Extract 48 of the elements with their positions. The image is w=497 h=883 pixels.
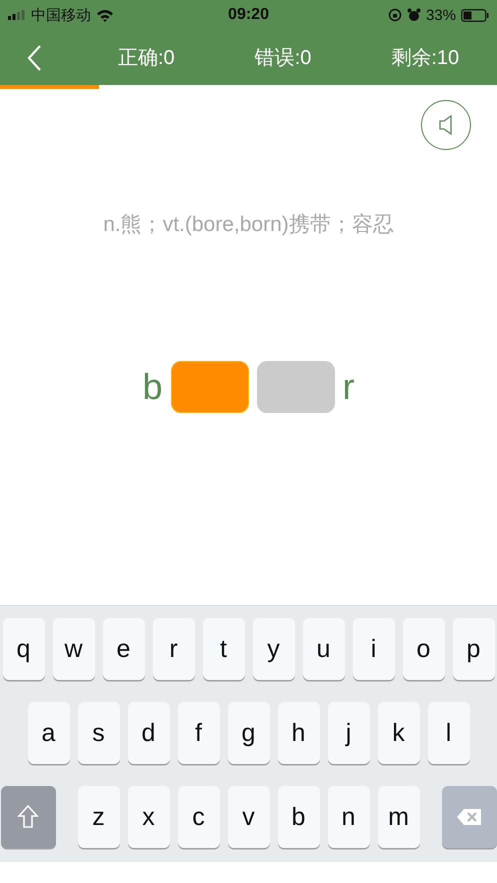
letter-blank[interactable] [256,361,335,413]
keyboard-key[interactable]: z [78,786,120,848]
keyboard-key[interactable]: w [52,618,94,680]
battery-percent: 33% [426,6,456,24]
keyboard-key[interactable]: x [128,786,170,848]
keyboard-key[interactable]: k [378,702,420,764]
word-letter: r [342,365,355,409]
keyboard-key[interactable]: f [178,702,220,764]
keyboard-key[interactable]: y [252,618,294,680]
word-definition: n.熊；vt.(bore,born)携带；容忍 [102,212,395,238]
keyboard-key[interactable]: h [278,702,320,764]
keyboard-key[interactable]: v [228,786,270,848]
back-icon[interactable] [26,44,42,72]
battery-icon [461,8,489,22]
keyboard-key[interactable]: r [152,618,194,680]
keyboard-key[interactable]: p [452,618,494,680]
keyboard-key[interactable]: g [228,702,270,764]
stat-label: 剩余:10 [391,46,460,71]
shift-icon [17,804,39,830]
keyboard-key[interactable]: j [328,702,370,764]
shift-key[interactable] [0,786,56,848]
keyboard-key[interactable]: d [128,702,170,764]
keyboard-key[interactable]: n [328,786,370,848]
keyboard-key[interactable]: b [278,786,320,848]
carrier-name: 中国移动 [31,6,91,24]
keyboard-key[interactable]: s [78,702,120,764]
speaker-icon [438,114,454,136]
keyboard-key[interactable]: t [202,618,244,680]
status-time: 09:20 [228,6,269,24]
wifi-icon [96,8,114,22]
keyboard-key[interactable]: o [402,618,444,680]
keyboard-key[interactable]: a [28,702,70,764]
letter-blank[interactable] [170,361,249,413]
stat-label: 错误:0 [254,46,312,71]
keyboard-key[interactable]: c [178,786,220,848]
speaker-button[interactable] [421,100,471,150]
delete-key[interactable] [442,786,496,848]
rotation-lock-icon [388,8,402,22]
stat-label: 正确:0 [118,46,175,71]
signal-icon [8,10,26,20]
keyboard-key[interactable]: l [428,702,470,764]
keyboard-key[interactable]: i [352,618,394,680]
keyboard-key[interactable]: e [102,618,144,680]
word-letter: b [142,365,163,409]
backspace-icon [455,807,483,827]
keyboard-key[interactable]: q [2,618,44,680]
keyboard-key[interactable]: m [378,786,420,848]
keyboard-key[interactable]: u [302,618,344,680]
